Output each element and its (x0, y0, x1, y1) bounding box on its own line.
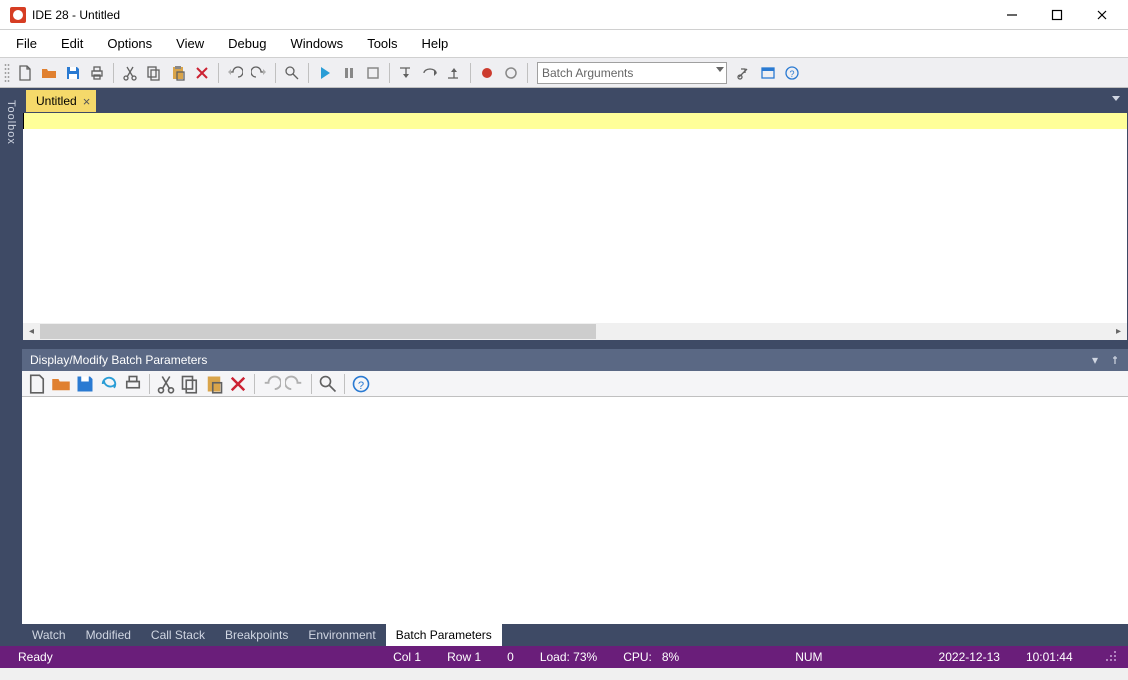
panel-help-button[interactable]: ? (350, 373, 372, 395)
tab-overflow-button[interactable] (1112, 96, 1120, 101)
tab-call-stack[interactable]: Call Stack (141, 624, 215, 646)
menu-edit[interactable]: Edit (49, 32, 95, 55)
app-icon (10, 7, 26, 23)
scroll-thumb[interactable] (40, 324, 596, 339)
cut-button[interactable] (119, 62, 141, 84)
document-tab[interactable]: Untitled × (26, 90, 96, 112)
window-title: IDE 28 - Untitled (32, 8, 989, 22)
scroll-left-button[interactable]: ◂ (23, 323, 40, 340)
toolbox-tab[interactable]: Toolbox (5, 100, 17, 145)
status-ready: Ready (10, 650, 61, 664)
maximize-button[interactable] (1034, 1, 1079, 29)
horizontal-scrollbar[interactable]: ◂ ▸ (23, 323, 1127, 340)
save-button[interactable] (62, 62, 84, 84)
editor[interactable]: ◂ ▸ (22, 112, 1128, 341)
paste-button[interactable] (167, 62, 189, 84)
open-file-button[interactable] (38, 62, 60, 84)
undo-button[interactable] (224, 62, 246, 84)
status-date: 2022-12-13 (931, 650, 1008, 664)
panel-paste-button[interactable] (203, 373, 225, 395)
main-toolbar: Batch Arguments ? (0, 58, 1128, 88)
pause-button[interactable] (338, 62, 360, 84)
scroll-right-button[interactable]: ▸ (1110, 323, 1127, 340)
menu-view[interactable]: View (164, 32, 216, 55)
title-bar: IDE 28 - Untitled (0, 0, 1128, 30)
redo-button[interactable] (248, 62, 270, 84)
stop-button[interactable] (362, 62, 384, 84)
menu-debug[interactable]: Debug (216, 32, 278, 55)
svg-text:?: ? (358, 380, 364, 392)
tab-batch-parameters[interactable]: Batch Parameters (386, 624, 502, 646)
panel-copy-button[interactable] (179, 373, 201, 395)
panel-undo-button[interactable] (260, 373, 282, 395)
status-zero: 0 (499, 650, 522, 664)
current-line-highlight (23, 113, 1127, 129)
record-off-button[interactable] (500, 62, 522, 84)
menu-file[interactable]: File (4, 32, 49, 55)
panel-print-button[interactable] (122, 373, 144, 395)
sidebar: Toolbox (0, 88, 22, 646)
editor-area[interactable] (23, 129, 1127, 323)
menu-help[interactable]: Help (410, 32, 461, 55)
minimize-button[interactable] (989, 1, 1034, 29)
panel-body[interactable] (22, 397, 1128, 624)
status-num: NUM (787, 650, 830, 664)
workspace: Toolbox Untitled × ◂ ▸ Display/Modify Ba… (0, 88, 1128, 646)
bottom-tab-strip: Watch Modified Call Stack Breakpoints En… (22, 624, 1128, 646)
panel-refresh-button[interactable] (98, 373, 120, 395)
print-button[interactable] (86, 62, 108, 84)
tab-environment[interactable]: Environment (298, 624, 385, 646)
step-over-button[interactable] (419, 62, 441, 84)
tab-watch[interactable]: Watch (22, 624, 76, 646)
step-out-button[interactable] (443, 62, 465, 84)
settings-button[interactable] (733, 62, 755, 84)
document-tab-label: Untitled (36, 94, 77, 108)
panel-delete-button[interactable] (227, 373, 249, 395)
copy-button[interactable] (143, 62, 165, 84)
svg-text:?: ? (789, 69, 794, 79)
menu-windows[interactable]: Windows (278, 32, 355, 55)
combo-placeholder: Batch Arguments (542, 66, 633, 80)
panel-new-button[interactable] (26, 373, 48, 395)
new-file-button[interactable] (14, 62, 36, 84)
status-row: Row 1 (439, 650, 489, 664)
status-load: Load: 73% (532, 650, 605, 664)
close-button[interactable] (1079, 1, 1124, 29)
document-tab-strip: Untitled × (22, 88, 1128, 112)
batch-arguments-combo[interactable]: Batch Arguments (537, 62, 727, 84)
panel-toolbar: ? (22, 371, 1128, 397)
panel-header: Display/Modify Batch Parameters ▾ (22, 349, 1128, 371)
menu-tools[interactable]: Tools (355, 32, 409, 55)
step-into-button[interactable] (395, 62, 417, 84)
delete-button[interactable] (191, 62, 213, 84)
panel-dropdown-button[interactable]: ▾ (1088, 353, 1102, 367)
record-button[interactable] (476, 62, 498, 84)
menu-options[interactable]: Options (95, 32, 164, 55)
window-layout-button[interactable] (757, 62, 779, 84)
panel-save-button[interactable] (74, 373, 96, 395)
panel-cut-button[interactable] (155, 373, 177, 395)
panel-title: Display/Modify Batch Parameters (30, 353, 207, 367)
run-button[interactable] (314, 62, 336, 84)
scroll-track[interactable] (596, 324, 1110, 339)
pin-icon[interactable] (1108, 353, 1122, 367)
status-cpu: CPU: 8% (615, 650, 687, 664)
panel-search-button[interactable] (317, 373, 339, 395)
panel-open-button[interactable] (50, 373, 72, 395)
close-icon[interactable]: × (83, 94, 91, 109)
help-button[interactable]: ? (781, 62, 803, 84)
tab-modified[interactable]: Modified (76, 624, 141, 646)
menu-bar: File Edit Options View Debug Windows Too… (0, 30, 1128, 58)
tab-breakpoints[interactable]: Breakpoints (215, 624, 298, 646)
status-resize-grip[interactable] (1091, 635, 1118, 680)
status-col: Col 1 (385, 650, 429, 664)
search-button[interactable] (281, 62, 303, 84)
status-time: 10:01:44 (1018, 650, 1081, 664)
chevron-down-icon (716, 67, 724, 72)
panel-redo-button[interactable] (284, 373, 306, 395)
toolbar-grip[interactable] (4, 63, 10, 83)
status-bar: Ready Col 1 Row 1 0 Load: 73% CPU: 8% NU… (0, 646, 1128, 668)
